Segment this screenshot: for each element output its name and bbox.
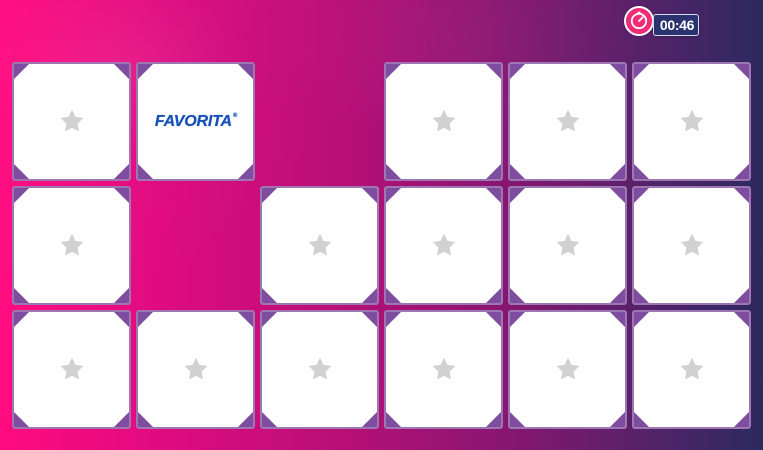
star-icon (308, 357, 331, 379)
memory-card-r3c5[interactable] (508, 310, 627, 429)
memory-card-r3c1[interactable] (12, 310, 131, 429)
memory-card-r1c2[interactable]: FAVORITA ® (136, 62, 255, 181)
stopwatch-icon (624, 6, 654, 36)
star-icon (680, 109, 703, 131)
star-icon (556, 357, 579, 379)
star-icon (432, 357, 455, 379)
memory-card-r3c2[interactable] (136, 310, 255, 429)
favorita-logo: FAVORITA ® (150, 107, 242, 137)
memory-card-r3c6[interactable] (632, 310, 751, 429)
memory-card-r2c3[interactable] (260, 186, 379, 305)
memory-card-r2c4[interactable] (384, 186, 503, 305)
memory-card-r2c6[interactable] (632, 186, 751, 305)
star-icon (184, 357, 207, 379)
timer-display: 00:46 (653, 14, 699, 36)
memory-card-r1c4[interactable] (384, 62, 503, 181)
memory-board: FAVORITA ® (12, 62, 753, 431)
star-icon (308, 233, 331, 255)
star-icon (60, 233, 83, 255)
memory-card-r3c3[interactable] (260, 310, 379, 429)
memory-card-r2c1[interactable] (12, 186, 131, 305)
memory-card-r3c4[interactable] (384, 310, 503, 429)
memory-card-r1c6[interactable] (632, 62, 751, 181)
timer: 00:46 (624, 6, 704, 36)
star-icon (680, 233, 703, 255)
star-icon (680, 357, 703, 379)
timer-text: 00:46 (659, 17, 695, 33)
memory-card-r2c5[interactable] (508, 186, 627, 305)
star-icon (556, 233, 579, 255)
star-icon (556, 109, 579, 131)
star-icon (432, 233, 455, 255)
star-icon (432, 109, 455, 131)
star-icon (60, 357, 83, 379)
registered-mark: ® (232, 112, 238, 119)
memory-card-r1c5[interactable] (508, 62, 627, 181)
favorita-logo-text: FAVORITA (154, 112, 232, 130)
memory-card-r1c1[interactable] (12, 62, 131, 181)
star-icon (60, 109, 83, 131)
